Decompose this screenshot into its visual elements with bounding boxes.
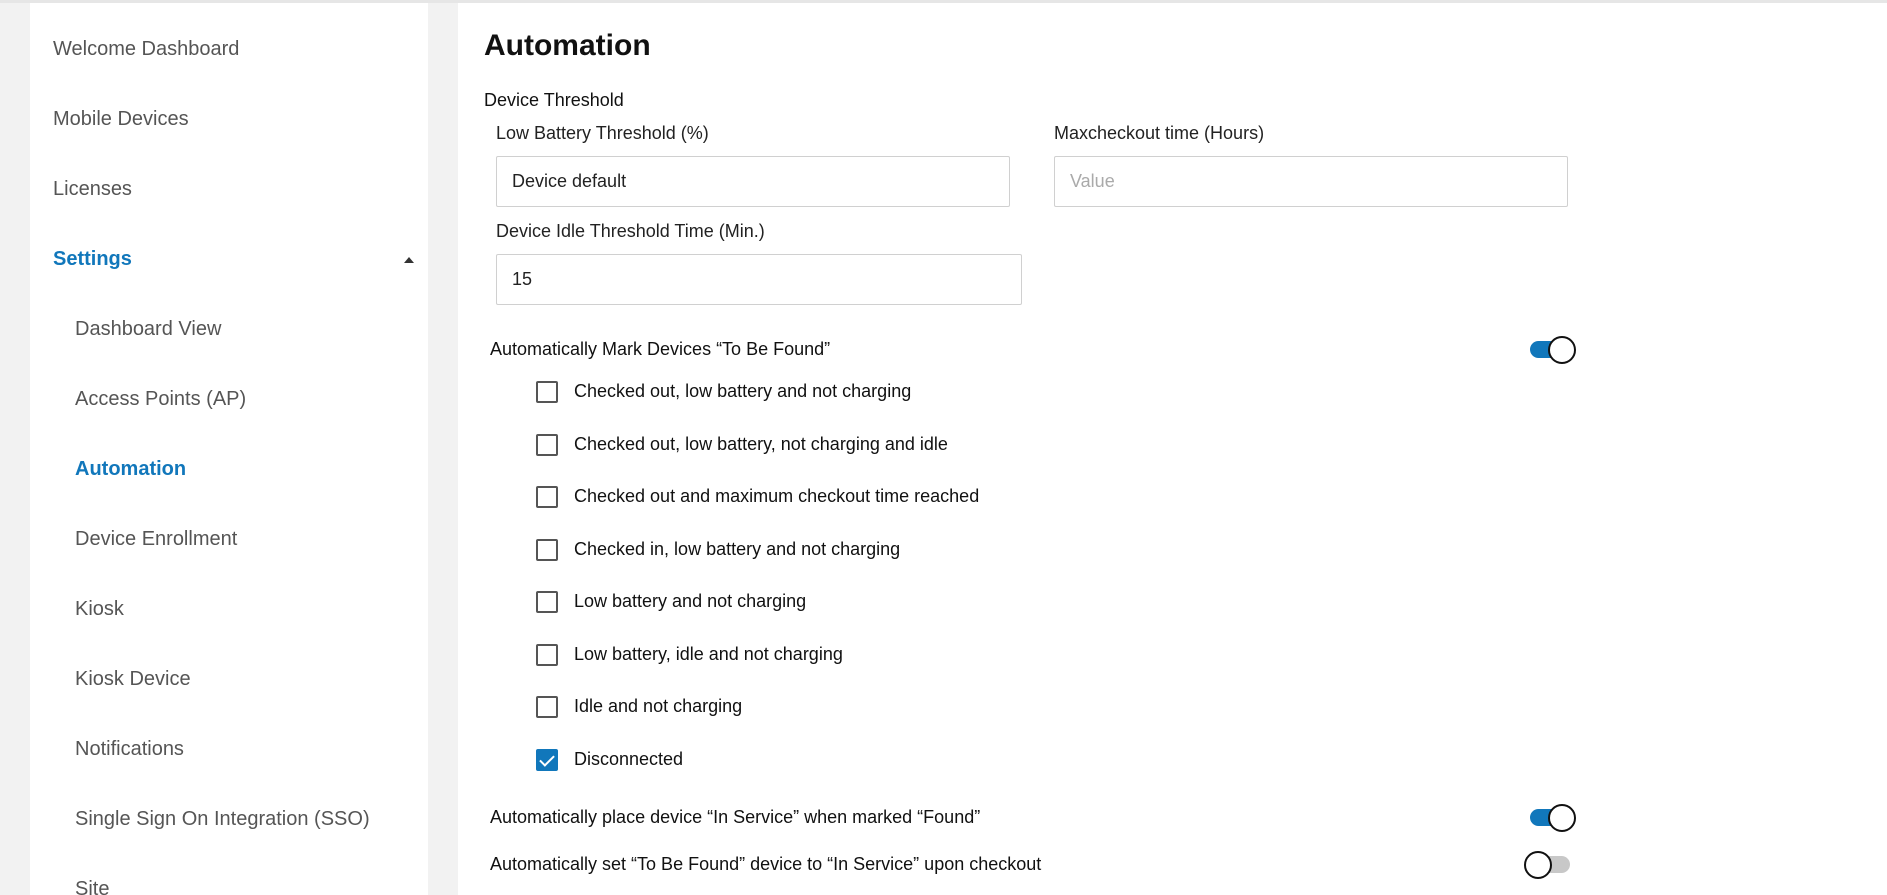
page-title: Automation (484, 29, 651, 62)
condition-label: Disconnected (574, 749, 684, 769)
sidebar-item-sso[interactable]: Single Sign On Integration (SSO) (75, 808, 370, 831)
checkbox-condition-6[interactable] (536, 644, 558, 666)
condition-label: Low battery, idle and not charging (574, 644, 843, 664)
sidebar-item-dashboard-view[interactable]: Dashboard View (75, 318, 221, 341)
low-battery-label: Low Battery Threshold (%) (496, 123, 709, 143)
auto-mark-label: Automatically Mark Devices “To Be Found” (490, 339, 831, 359)
sidebar-item-access-points[interactable]: Access Points (AP) (75, 388, 246, 411)
sidebar-item-notifications[interactable]: Notifications (75, 738, 184, 761)
sidebar-item-device-enrollment[interactable]: Device Enrollment (75, 528, 237, 551)
sidebar-item-kiosk-device[interactable]: Kiosk Device (75, 668, 191, 691)
condition-label: Low battery and not charging (574, 591, 807, 611)
checkbox-condition-2[interactable] (536, 434, 558, 456)
sidebar-item-licenses[interactable]: Licenses (53, 178, 132, 201)
caret-up-icon[interactable] (404, 257, 414, 263)
max-checkout-input[interactable] (1054, 156, 1568, 207)
condition-label: Checked in, low battery and not charging (574, 539, 901, 559)
toggle-knob (1548, 804, 1576, 832)
sidebar-item-automation[interactable]: Automation (75, 458, 186, 481)
checkbox-condition-4[interactable] (536, 539, 558, 561)
low-battery-input[interactable] (496, 156, 1010, 207)
condition-label: Idle and not charging (574, 696, 743, 716)
auto-in-service-toggle[interactable] (1530, 804, 1576, 832)
sidebar-item-kiosk[interactable]: Kiosk (75, 598, 124, 621)
automation-panel: Automation Device Threshold Low Battery … (458, 3, 1887, 895)
toggle-knob (1524, 851, 1552, 879)
sidebar-item-mobile-devices[interactable]: Mobile Devices (53, 108, 189, 131)
auto-checkout-label: Automatically set “To Be Found” device t… (490, 854, 1042, 874)
condition-label: Checked out, low battery and not chargin… (574, 381, 912, 401)
checkbox-condition-7[interactable] (536, 696, 558, 718)
sidebar-item-welcome-dashboard[interactable]: Welcome Dashboard (53, 38, 239, 61)
sidebar-item-settings[interactable]: Settings (53, 248, 132, 271)
idle-threshold-input[interactable] (496, 254, 1022, 305)
section-heading: Device Threshold (484, 90, 624, 110)
idle-threshold-label: Device Idle Threshold Time (Min.) (496, 221, 765, 241)
auto-mark-toggle[interactable] (1530, 336, 1576, 364)
sidebar-nav: Welcome Dashboard Mobile Devices License… (30, 3, 428, 895)
auto-in-service-label: Automatically place device “In Service” … (490, 807, 981, 827)
auto-checkout-toggle[interactable] (1524, 851, 1570, 879)
checkbox-condition-3[interactable] (536, 486, 558, 508)
checkbox-condition-1[interactable] (536, 381, 558, 403)
max-checkout-label: Maxcheckout time (Hours) (1054, 123, 1265, 143)
toggle-knob (1548, 336, 1576, 364)
condition-label: Checked out and maximum checkout time re… (574, 486, 980, 506)
sidebar-item-site[interactable]: Site (75, 878, 109, 895)
condition-label: Checked out, low battery, not charging a… (574, 434, 948, 454)
checkbox-condition-8[interactable] (536, 749, 558, 771)
checkbox-condition-5[interactable] (536, 591, 558, 613)
